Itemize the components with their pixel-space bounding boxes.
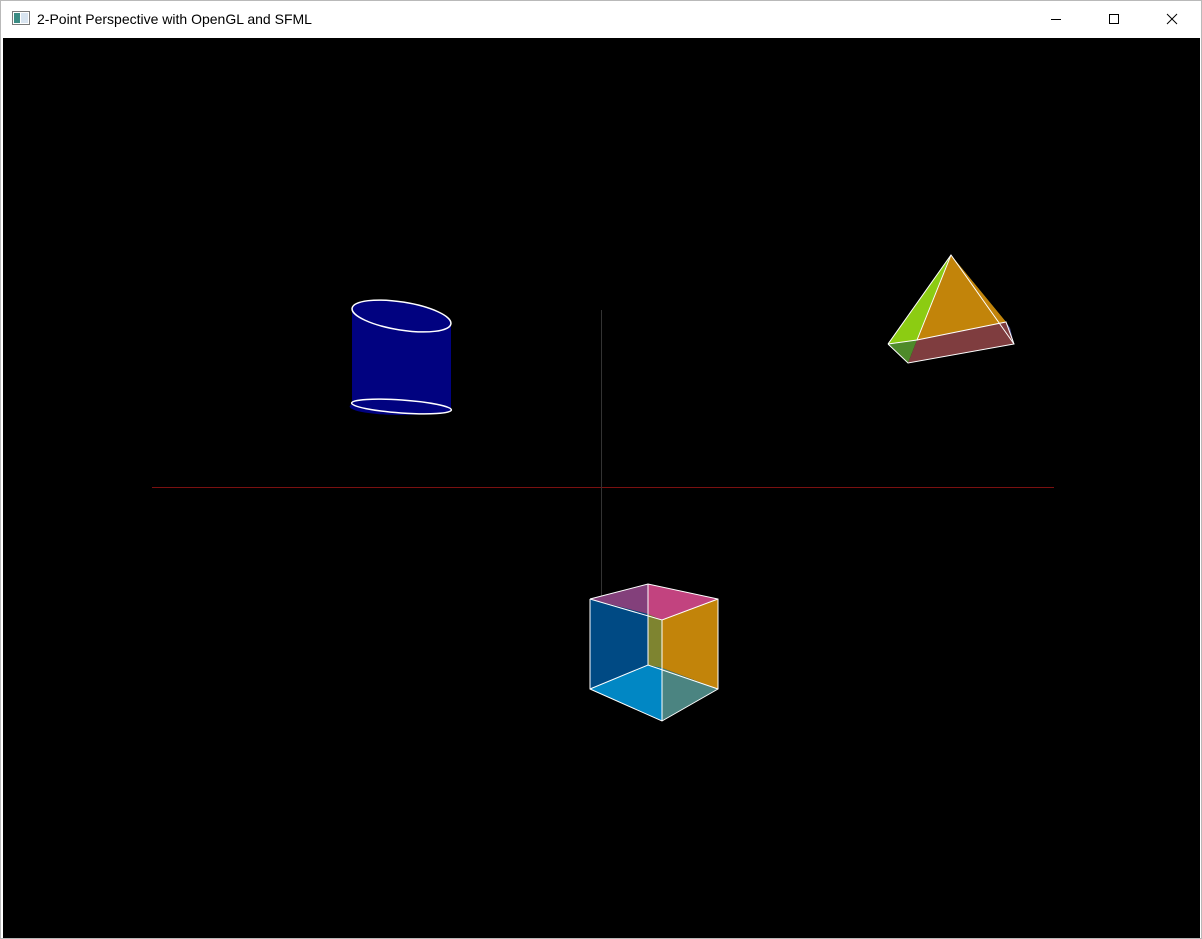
title-bar[interactable]: 2-Point Perspective with OpenGL and SFML — [1, 1, 1201, 37]
window-title: 2-Point Perspective with OpenGL and SFML — [37, 11, 312, 27]
cube-object — [589, 583, 719, 722]
opengl-viewport[interactable] — [3, 38, 1200, 938]
cube-back-strip — [648, 614, 662, 668]
minimize-button[interactable] — [1027, 1, 1085, 37]
app-window: 2-Point Perspective with OpenGL and SFML — [0, 0, 1202, 939]
window-app-icon — [12, 11, 30, 25]
scene-canvas — [152, 254, 1054, 722]
pyramid-object — [887, 254, 1015, 364]
minimize-icon — [1051, 19, 1061, 20]
close-button[interactable] — [1143, 1, 1201, 37]
maximize-button[interactable] — [1085, 1, 1143, 37]
cylinder-object — [349, 299, 453, 415]
close-icon — [1166, 13, 1178, 25]
maximize-icon — [1109, 14, 1119, 24]
